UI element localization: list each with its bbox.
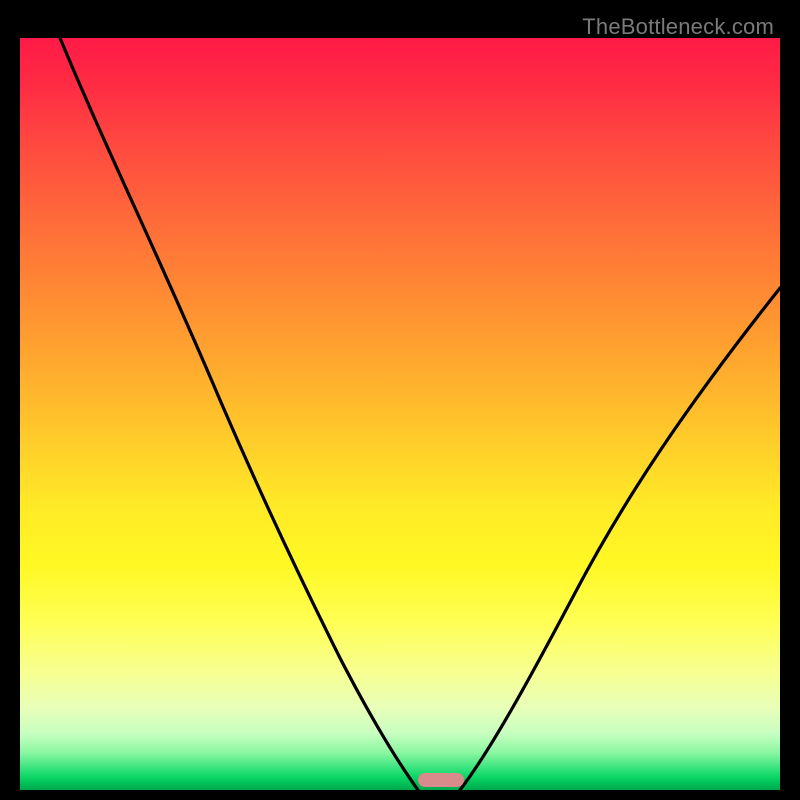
optimal-marker <box>418 773 464 787</box>
curve-right <box>460 288 780 790</box>
chart-frame: TheBottleneck.com <box>10 10 790 790</box>
bottleneck-curve <box>20 38 780 790</box>
watermark-text: TheBottleneck.com <box>582 14 774 40</box>
plot-area <box>20 38 780 790</box>
curve-left <box>60 38 418 790</box>
